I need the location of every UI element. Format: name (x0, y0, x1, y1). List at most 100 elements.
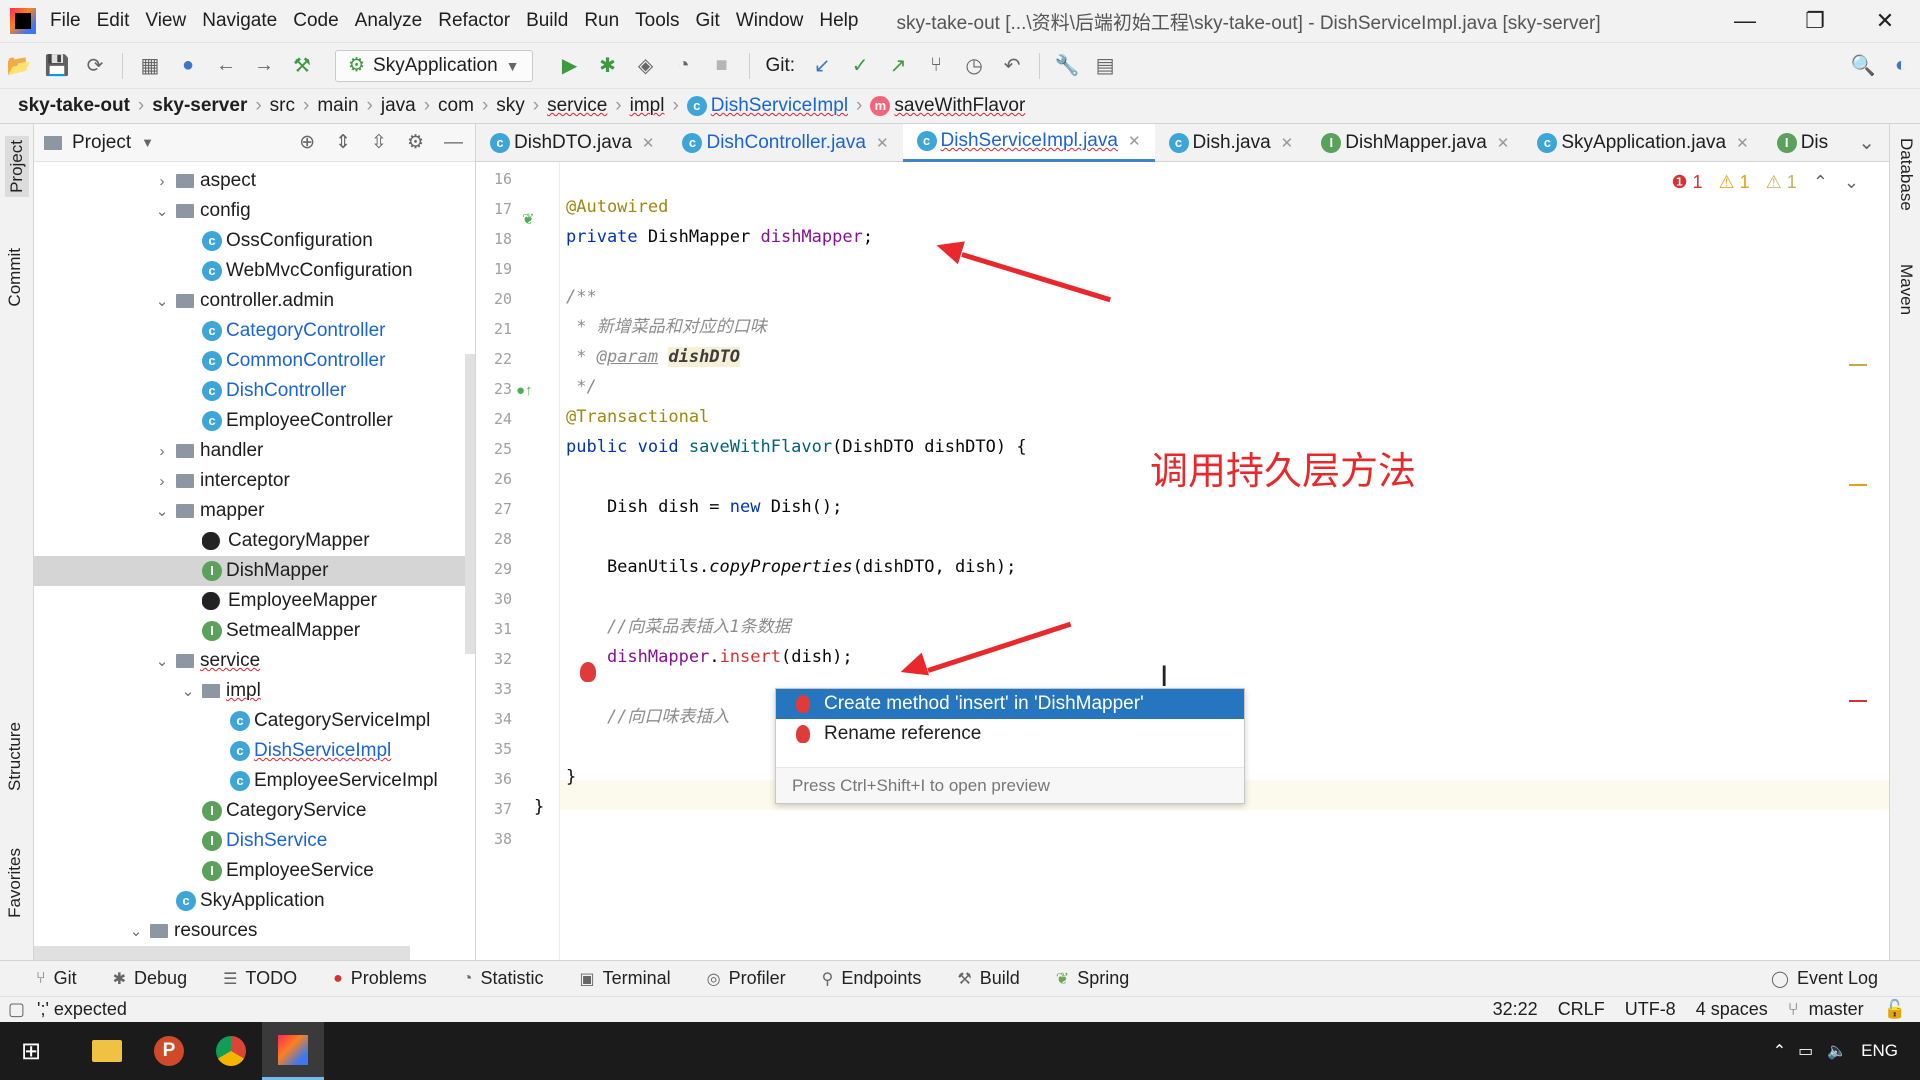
weak-warning-count[interactable]: ⚠ 1 (1766, 172, 1797, 193)
menu-refactor[interactable]: Refactor (438, 10, 510, 32)
editor-tab[interactable]: I Dis (1763, 124, 1842, 162)
expand-all-icon[interactable]: ⇕ (335, 131, 351, 154)
editor-tab[interactable]: I DishMapper.java ✕ (1307, 124, 1523, 162)
tool-tab-commit[interactable]: Commit (5, 248, 25, 307)
volume-icon[interactable]: 🔈 (1827, 1041, 1847, 1061)
crumb-main[interactable]: main (317, 95, 358, 117)
tree-file[interactable]: c OssConfiguration (34, 226, 474, 256)
caret-position[interactable]: 32:22 (1493, 999, 1538, 1020)
menu-tools[interactable]: Tools (635, 10, 679, 32)
tab-debug[interactable]: ✱ Debug (113, 968, 187, 989)
tree-file[interactable]: c DishServiceImpl (34, 736, 474, 766)
error-count[interactable]: ❶ 1 (1671, 172, 1702, 193)
class-icon[interactable]: ● (173, 51, 203, 81)
run-config-select[interactable]: ⚙ SkyApplication ▼ (335, 49, 533, 82)
forward-icon[interactable]: → (249, 51, 279, 81)
crumb-class[interactable]: DishServiceImpl (711, 95, 848, 117)
collapse-all-icon[interactable]: ⇳ (371, 131, 387, 154)
popup-create-method[interactable]: Create method 'insert' in 'DishMapper' (776, 689, 1244, 719)
chevron-down-icon[interactable]: ⌄ (126, 922, 146, 940)
menu-help[interactable]: Help (819, 10, 858, 32)
gear-icon[interactable]: ⚙ (407, 131, 424, 154)
chrome-icon[interactable] (200, 1022, 262, 1080)
indent-setting[interactable]: 4 spaces (1696, 999, 1768, 1020)
tree-file[interactable]: I EmployeeService (34, 856, 474, 886)
tree-file[interactable]: c EmployeeServiceImpl (34, 766, 474, 796)
tree-folder[interactable]: ⌄ config (34, 196, 474, 226)
menu-build[interactable]: Build (526, 10, 568, 32)
sync-icon[interactable]: ⟳ (80, 51, 110, 81)
tree-file[interactable]: c CategoryController (34, 316, 474, 346)
chevron-down-icon[interactable]: ⌄ (152, 502, 172, 520)
close-tab-icon[interactable]: ✕ (1281, 134, 1294, 152)
tree-file[interactable]: c SkyApplication (34, 886, 474, 916)
stop-icon[interactable]: ■ (707, 51, 737, 81)
powerpoint-icon[interactable]: P (138, 1022, 200, 1080)
tool-tab-maven[interactable]: Maven (1896, 264, 1916, 315)
close-tab-icon[interactable]: ✕ (1497, 134, 1510, 152)
crumb-impl[interactable]: impl (630, 95, 665, 117)
tool-tab-structure[interactable]: Structure (5, 722, 25, 791)
debug-icon[interactable]: ✱ (593, 51, 623, 81)
editor-tab[interactable]: c Dish.java ✕ (1155, 124, 1308, 162)
git-commit-icon[interactable]: ✓ (845, 51, 875, 81)
tab-git[interactable]: ⑂ Git (36, 968, 77, 989)
tree-file[interactable]: c CategoryServiceImpl (34, 706, 474, 736)
network-icon[interactable]: ▭ (1798, 1041, 1813, 1061)
git-update-icon[interactable]: ↙ (807, 51, 837, 81)
minimize-icon[interactable]: — (1710, 8, 1780, 34)
rollback-icon[interactable]: ↶ (997, 51, 1027, 81)
tree-folder[interactable]: ⌄ controller.admin (34, 286, 474, 316)
chevron-right-icon[interactable]: › (152, 443, 172, 460)
tree-hscrollbar[interactable] (34, 946, 410, 960)
tool-tab-project[interactable]: Project (5, 136, 29, 197)
tree-file[interactable]: I CategoryService (34, 796, 474, 826)
tab-endpoints[interactable]: ⚲ Endpoints (822, 968, 922, 989)
tree-folder[interactable]: › handler (34, 436, 474, 466)
menu-view[interactable]: View (145, 10, 186, 32)
autowired-bean-icon[interactable]: ❦ (522, 210, 535, 228)
tab-statistic[interactable]: ◔ Statistic (463, 968, 544, 989)
chevron-right-icon[interactable]: › (152, 173, 172, 190)
build-hammer-icon[interactable]: ⚒ (287, 51, 317, 81)
popup-rename-reference[interactable]: Rename reference (776, 719, 1244, 749)
tree-file[interactable]: c DishController (34, 376, 474, 406)
input-language[interactable]: ENG (1861, 1041, 1898, 1061)
chevron-right-icon[interactable]: › (152, 473, 172, 490)
crumb-com[interactable]: com (438, 95, 474, 117)
status-toggle-icon[interactable]: ▢ (8, 999, 25, 1020)
close-tab-icon[interactable]: ✕ (1128, 132, 1141, 150)
tree-folder[interactable]: ⌄ service (34, 646, 474, 676)
tree-folder[interactable]: ⌄ resources (34, 916, 474, 946)
file-explorer-icon[interactable] (76, 1022, 138, 1080)
tree-file[interactable]: I SetmealMapper (34, 616, 474, 646)
search-icon[interactable]: 🔍 (1848, 51, 1878, 81)
git-branch[interactable]: master (1809, 999, 1864, 1020)
jetbrains-toolbox-icon[interactable]: ◐ (1886, 51, 1916, 81)
run-icon[interactable]: ▶ (555, 51, 585, 81)
tree-file[interactable]: I DishMapper (34, 556, 474, 586)
close-tab-icon[interactable]: ✕ (876, 134, 889, 152)
start-windows-icon[interactable]: ⊞ (0, 1022, 62, 1080)
git-push-icon[interactable]: ↗ (883, 51, 913, 81)
tree-file[interactable]: I DishService (34, 826, 474, 856)
restore-icon[interactable]: ❐ (1780, 8, 1850, 34)
chevron-down-icon[interactable]: ⌄ (152, 292, 172, 310)
project-structure-icon[interactable]: ▦ (135, 51, 165, 81)
lock-icon[interactable]: 🔓 (1884, 999, 1906, 1020)
prev-highlight-icon[interactable]: ⌃ (1813, 172, 1828, 193)
tab-profiler[interactable]: ◎ Profiler (707, 968, 786, 989)
tree-file[interactable]: c CommonController (34, 346, 474, 376)
inspection-widget[interactable]: ❶ 1 ⚠ 1 ⚠ 1 ⌃ ⌄ (1671, 172, 1859, 193)
tree-scrollbar[interactable] (465, 354, 475, 654)
git-merge-icon[interactable]: ⑂ (921, 51, 951, 81)
tab-problems[interactable]: ● Problems (333, 968, 427, 989)
back-icon[interactable]: ← (211, 51, 241, 81)
chevron-down-icon[interactable]: ⌄ (152, 202, 172, 220)
coverage-icon[interactable]: ◈ (631, 51, 661, 81)
project-panel-title[interactable]: Project (72, 132, 131, 154)
tree-folder[interactable]: ⌄ impl (34, 676, 474, 706)
tree-folder[interactable]: ⌄ mapper (34, 496, 474, 526)
code-content[interactable]: @Autowired private DishMapper dishMapper… (534, 162, 1889, 960)
tree-file[interactable]: c EmployeeController (34, 406, 474, 436)
